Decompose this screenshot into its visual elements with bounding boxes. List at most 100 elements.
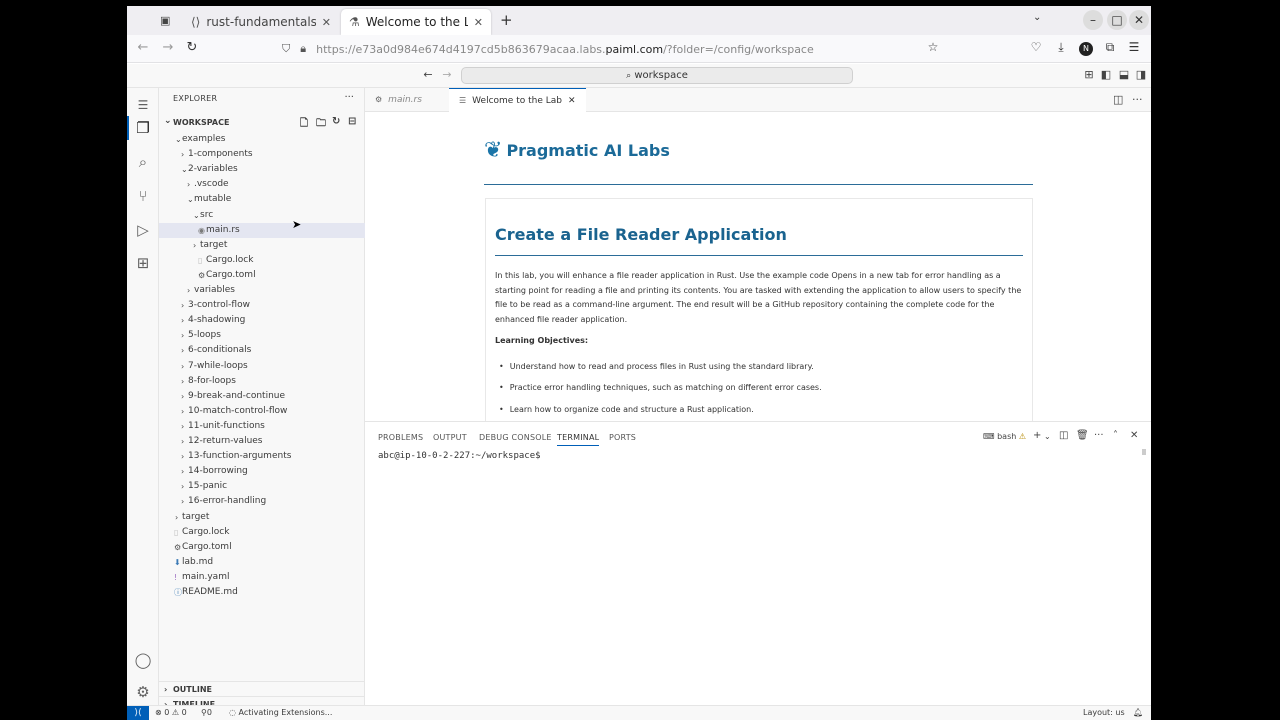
tree-item[interactable]: › 15-panic xyxy=(159,479,365,494)
trash-icon[interactable]: 🗑︎ xyxy=(1076,430,1089,441)
tree-item[interactable]: ⬇ lab.md xyxy=(159,555,365,570)
maximize-button[interactable]: □ xyxy=(1107,10,1127,30)
menu-icon[interactable]: ☰ xyxy=(133,95,153,115)
back-arrow-icon[interactable]: ← xyxy=(134,40,152,55)
tree-item[interactable]: › 5-loops xyxy=(159,328,365,343)
tree-item[interactable]: › 8-for-loops xyxy=(159,374,365,389)
split-editor-icon[interactable]: ◫ xyxy=(1113,93,1123,106)
remote-indicator-icon[interactable]: ⟩⟨ xyxy=(127,706,149,720)
minimize-button[interactable]: – xyxy=(1083,10,1103,30)
browser-tab-code-server[interactable]: ⟨⟩ rust-fundamentals - Code Br ✕ xyxy=(183,9,339,35)
account-icon[interactable]: ◯ xyxy=(133,650,153,670)
chevron-down-icon[interactable]: ⌄ xyxy=(1044,432,1051,441)
status-message: Activating Extensions... xyxy=(238,708,333,717)
back-arrow-icon[interactable]: ← xyxy=(421,68,435,81)
account-avatar[interactable]: N xyxy=(1079,42,1093,56)
reload-icon[interactable]: ↻ xyxy=(183,40,201,55)
tree-item[interactable]: ⚙ Cargo.toml xyxy=(159,268,365,283)
tree-item[interactable]: › target xyxy=(159,238,365,253)
tree-item[interactable]: › 9-break-and-continue xyxy=(159,389,365,404)
new-terminal-icon[interactable]: + xyxy=(1033,430,1041,441)
explorer-files-icon[interactable]: ❐ xyxy=(133,118,153,138)
source-control-icon[interactable]: ⑂ xyxy=(133,186,153,206)
tree-item[interactable]: ⌄ examples xyxy=(159,132,365,147)
download-icon[interactable]: ⤓ xyxy=(1052,40,1070,55)
tree-item[interactable]: › 1-components xyxy=(159,147,365,162)
close-window-button[interactable]: ✕ xyxy=(1129,10,1149,30)
settings-gear-icon[interactable]: ⚙ xyxy=(133,682,153,702)
run-debug-icon[interactable]: ▷ xyxy=(133,220,153,240)
tree-item[interactable]: › 3-control-flow xyxy=(159,298,365,313)
workspace-section-header[interactable]: ⌄ WORKSPACE 🗋︎ 🗀︎ ↻ ⊟ xyxy=(159,113,365,129)
panel-tab-debug-console[interactable]: DEBUG CONSOLE xyxy=(479,433,552,442)
tree-item[interactable]: ⓘ README.md xyxy=(159,585,365,600)
panel-tab-output[interactable]: OUTPUT xyxy=(433,433,467,442)
terminal-prompt[interactable]: abc@ip-10-0-2-227:~/workspace$ xyxy=(378,451,541,461)
outline-section-header[interactable]: › OUTLINE xyxy=(159,681,365,696)
editor-tab-welcome[interactable]: ☰ Welcome to the Lab ✕ xyxy=(449,88,586,112)
tree-item[interactable]: ⌄ src xyxy=(159,208,365,223)
tree-item[interactable]: ▯ Cargo.lock xyxy=(159,253,365,268)
customize-layout-icon[interactable]: ⊞ xyxy=(1082,68,1096,81)
close-icon[interactable]: ✕ xyxy=(568,96,576,106)
tree-item[interactable]: › 11-unit-functions xyxy=(159,419,365,434)
toggle-secondary-sidebar-icon[interactable]: ◨ xyxy=(1134,68,1148,81)
tree-item[interactable]: › 4-shadowing xyxy=(159,313,365,328)
editor-tab-main-rs[interactable]: ⚙ main.rs xyxy=(365,88,432,112)
refresh-icon[interactable]: ↻ xyxy=(332,116,340,127)
extensions-icon[interactable]: ⧉ xyxy=(1101,40,1119,55)
command-center[interactable]: ⌕ workspace xyxy=(461,67,853,84)
tree-item[interactable]: › .vscode xyxy=(159,177,365,192)
forward-arrow-icon[interactable]: → xyxy=(440,68,454,81)
keyboard-layout-status[interactable]: Layout: us xyxy=(1083,708,1125,717)
tree-item[interactable]: › 6-conditionals xyxy=(159,343,365,358)
url-bar[interactable]: ⛉ 🔒︎ https://e73a0d984e674d4197cd5b86367… xyxy=(282,38,947,60)
forward-arrow-icon[interactable]: → xyxy=(159,40,177,55)
tree-item[interactable]: ! main.yaml xyxy=(159,570,365,585)
browser-tab-welcome[interactable]: ⚗ Welcome to the Lab - wo ✕ xyxy=(341,9,491,35)
tree-item[interactable]: › 14-borrowing xyxy=(159,464,365,479)
extensions-icon[interactable]: ⊞ xyxy=(133,253,153,273)
more-actions-icon[interactable]: ··· xyxy=(344,92,354,103)
tree-item[interactable]: › variables xyxy=(159,283,365,298)
terminal-instance[interactable]: ⌨ bash ⚠ xyxy=(983,432,1026,441)
new-tab-button[interactable]: + xyxy=(500,11,513,29)
more-actions-icon[interactable]: ··· xyxy=(1094,430,1104,441)
toggle-panel-icon[interactable]: ⬓ xyxy=(1117,68,1131,81)
toggle-sidebar-icon[interactable]: ◧ xyxy=(1099,68,1113,81)
terminal-scrollbar[interactable] xyxy=(1142,449,1146,455)
tree-item[interactable]: › 7-while-loops xyxy=(159,359,365,374)
tree-item[interactable]: ⌄ 2-variables xyxy=(159,162,365,177)
tree-item[interactable]: › 16-error-handling xyxy=(159,494,365,509)
tree-item[interactable]: › 10-match-control-flow xyxy=(159,404,365,419)
collapse-all-icon[interactable]: ⊟ xyxy=(348,116,356,127)
tree-item[interactable]: ▯ Cargo.lock xyxy=(159,525,365,540)
close-icon[interactable]: ✕ xyxy=(474,16,483,29)
tree-item[interactable]: › 12-return-values xyxy=(159,434,365,449)
tree-item[interactable]: › target xyxy=(159,510,365,525)
tab-overview-icon[interactable]: ▣ xyxy=(160,14,170,27)
close-icon[interactable]: ✕ xyxy=(322,16,331,29)
ports-status[interactable]: ⚲0 xyxy=(201,708,212,717)
search-icon[interactable]: ⌕ xyxy=(133,152,153,172)
new-file-icon[interactable]: 🗋︎ xyxy=(300,116,308,133)
maximize-panel-icon[interactable]: ˄ xyxy=(1113,430,1118,441)
panel-tab-problems[interactable]: PROBLEMS xyxy=(378,433,423,442)
split-terminal-icon[interactable]: ◫ xyxy=(1059,430,1068,441)
more-actions-icon[interactable]: ··· xyxy=(1132,93,1143,106)
notifications-bell-icon[interactable]: 🔔︎ xyxy=(1133,708,1143,717)
new-folder-icon[interactable]: 🗀︎ xyxy=(316,116,326,133)
close-panel-icon[interactable]: ✕ xyxy=(1130,430,1138,441)
panel-tab-ports[interactable]: PORTS xyxy=(609,433,636,442)
bookmark-star-icon[interactable]: ☆ xyxy=(924,40,942,54)
tree-item[interactable]: ⚙ Cargo.toml xyxy=(159,540,365,555)
pocket-icon[interactable]: ♡ xyxy=(1027,40,1045,54)
menu-icon[interactable]: ☰ xyxy=(1125,40,1143,54)
problems-status[interactable]: ⊗ 0 ⚠ 0 xyxy=(155,708,187,717)
warning-count: 0 xyxy=(181,708,187,717)
tab-list-chevron-icon[interactable]: ⌄ xyxy=(1033,12,1041,23)
tree-item[interactable]: › 13-function-arguments xyxy=(159,449,365,464)
panel-tab-terminal[interactable]: TERMINAL xyxy=(557,433,600,446)
tree-item[interactable]: ◉ main.rs xyxy=(159,222,365,238)
tree-item[interactable]: ⌄ mutable xyxy=(159,192,365,207)
